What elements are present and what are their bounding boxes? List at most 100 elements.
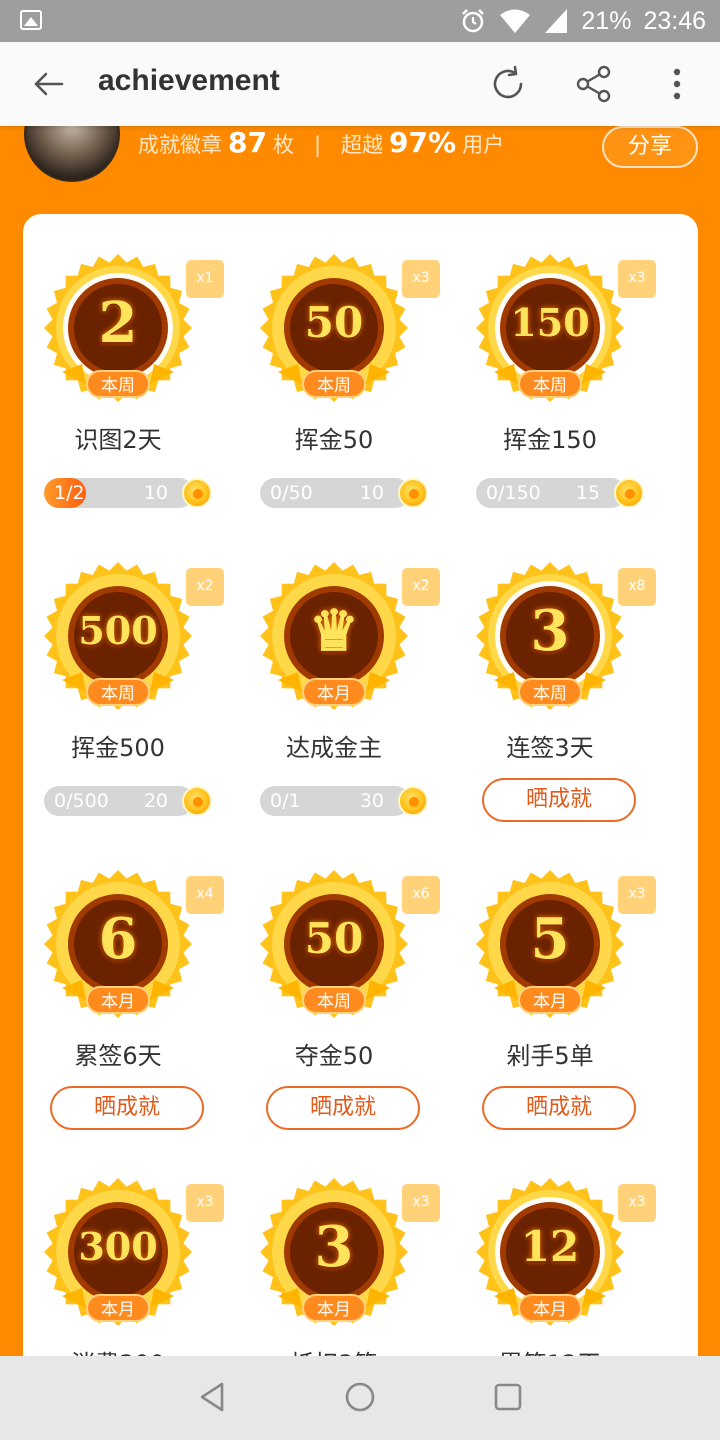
badge-item[interactable]: 6 本月 x4 累签6天 晒成就 [32,846,232,1146]
nav-back-icon[interactable] [196,1380,230,1414]
share-icon[interactable] [574,64,614,104]
badge-period: 本月 [302,1294,366,1322]
badge-medal-text: 150 [510,300,590,345]
badge-name: 挥金500 [71,734,165,762]
badge-period: 本周 [302,986,366,1014]
badge-reward: 30 [359,790,384,812]
badge-reward: 20 [143,790,168,812]
badge-name: 达成金主 [286,734,382,762]
badge-progress-bar: 0/500 20 [44,786,194,816]
status-bar: 21% 23:46 [0,0,720,42]
page-title: achievement [98,64,280,97]
badge-period: 本周 [518,370,582,398]
badge-period: 本月 [86,986,150,1014]
badge-period: 本周 [86,370,150,398]
badge-name: 累签6天 [74,1042,162,1070]
coin-icon [398,478,428,508]
badge-count-unit: 枚 [272,133,294,157]
badge-medal-text: ♛ [308,598,360,664]
badge-multiplier: x3 [618,260,656,298]
badge-progress-text: 0/150 [486,482,541,504]
show-achievement-button[interactable]: 晒成就 [266,1086,420,1130]
badge-multiplier: x2 [402,568,440,606]
badge-item[interactable]: 50 本周 x3 挥金50 0/50 10 [248,230,448,530]
badge-name: 识图2天 [74,426,162,454]
badge-multiplier: x2 [186,568,224,606]
refresh-icon[interactable] [488,64,528,104]
badge-medal-text: 2 [98,290,138,356]
badge-progress-bar: 0/50 10 [260,478,410,508]
nav-recents-icon[interactable] [491,1380,525,1414]
app-bar: achievement [0,42,720,126]
badge-reward: 10 [143,482,168,504]
show-achievement-button[interactable]: 晒成就 [50,1086,204,1130]
badge-multiplier: x3 [186,1184,224,1222]
badge-item[interactable]: ♛ 本月 x2 达成金主 0/1 30 [248,538,448,838]
badge-item[interactable]: 50 本周 x6 夺金50 晒成就 [248,846,448,1146]
badge-progress-bar: 0/1 30 [260,786,410,816]
badge-progress-bar: 1/2 10 [44,478,194,508]
signal-icon [545,9,568,33]
badge-multiplier: x1 [186,260,224,298]
badge-medal-text: 3 [530,598,570,664]
badge-multiplier: x3 [618,1184,656,1222]
badge-progress-text: 1/2 [54,482,85,504]
badge-medal-text: 3 [314,1214,354,1280]
badge-period: 本周 [86,678,150,706]
battery-percent: 21% [581,7,632,35]
beat-prefix: 超越 [341,133,384,157]
badge-multiplier: x3 [402,1184,440,1222]
badge-name: 夺金50 [294,1042,374,1070]
more-options-icon[interactable] [662,64,692,104]
badge-medal-text: 6 [98,906,138,972]
badge-period: 本周 [518,678,582,706]
badge-progress-text: 0/50 [270,482,313,504]
badge-name: 挥金50 [294,426,374,454]
badge-count-prefix: 成就徽章 [138,133,222,157]
badge-progress-text: 0/500 [54,790,109,812]
badge-item[interactable]: 5 本月 x3 剁手5单 晒成就 [464,846,664,1146]
badge-item[interactable]: 150 本周 x3 挥金150 0/150 15 [464,230,664,530]
badge-medal-text: 5 [530,906,570,972]
badge-count: 87 [228,126,267,159]
share-button[interactable]: 分享 [602,126,698,168]
badge-medal-text: 300 [78,1224,158,1269]
coin-icon [182,786,212,816]
coin-icon [182,478,212,508]
show-achievement-button[interactable]: 晒成就 [482,778,636,822]
achievement-stats: 成就徽章 87 枚 | 超越 97% 用户 [138,126,504,159]
beat-suffix: 用户 [462,133,505,157]
stats-separator: | [313,133,322,157]
badge-period: 本月 [302,678,366,706]
badge-multiplier: x4 [186,876,224,914]
badge-progress-bar: 0/150 15 [476,478,626,508]
system-nav-bar [0,1356,720,1440]
badge-multiplier: x6 [402,876,440,914]
badge-multiplier: x3 [402,260,440,298]
profile-header: 成就徽章 87 枚 | 超越 97% 用户 分享 [0,86,720,216]
badge-progress-text: 0/1 [270,790,301,812]
badge-period: 本月 [518,1294,582,1322]
coin-icon [398,786,428,816]
badge-medal-text: 500 [78,608,158,653]
badge-medal-text: 50 [304,298,364,347]
alarm-icon [462,9,485,33]
badge-period: 本月 [86,1294,150,1322]
back-arrow-icon[interactable] [30,66,66,102]
show-achievement-button[interactable]: 晒成就 [482,1086,636,1130]
badge-item[interactable]: 3 本周 x8 连签3天 晒成就 [464,538,664,838]
badge-name: 剁手5单 [506,1042,594,1070]
badge-reward: 15 [575,482,600,504]
badge-multiplier: x3 [618,876,656,914]
beat-percent: 97% [389,126,457,159]
clock-time: 23:46 [643,7,706,35]
nav-home-icon[interactable] [343,1380,377,1414]
badge-reward: 10 [359,482,384,504]
badge-period: 本周 [302,370,366,398]
badge-item[interactable]: 2 本周 x1 识图2天 1/2 10 [32,230,232,530]
badge-item[interactable]: 500 本周 x2 挥金500 0/500 20 [32,538,232,838]
badge-period: 本月 [518,986,582,1014]
badge-name: 连签3天 [506,734,594,762]
badge-name: 挥金150 [503,426,597,454]
badge-medal-text: 50 [304,914,364,963]
